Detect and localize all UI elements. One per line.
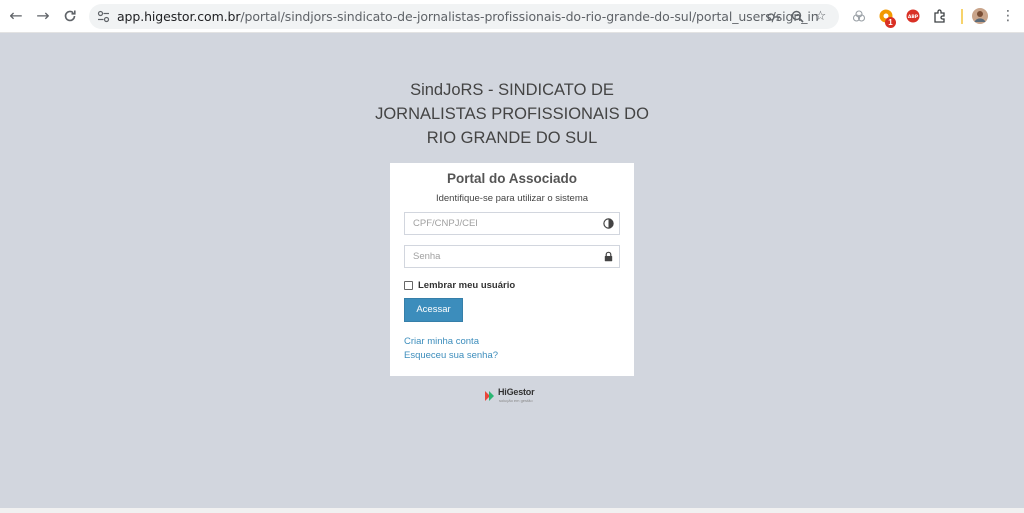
browser-menu-icon[interactable]: ⋮ bbox=[998, 6, 1018, 26]
login-panel: Portal do Associado Identifique-se para … bbox=[390, 163, 634, 376]
reload-icon[interactable] bbox=[60, 6, 80, 26]
cpf-input[interactable] bbox=[405, 213, 595, 234]
extension-badge: 1 bbox=[885, 17, 896, 28]
address-bar[interactable]: app.higestor.com.br/portal/sindjors-sind… bbox=[89, 4, 839, 29]
org-title-line-1: SindJoRS - SINDICATO DE bbox=[410, 81, 614, 99]
password-input[interactable] bbox=[405, 246, 595, 267]
zoom-icon[interactable] bbox=[789, 8, 806, 25]
remember-me[interactable]: Lembrar meu usuário bbox=[404, 279, 515, 291]
org-title-line-2: JORNALISTAS PROFISSIONAIS DO bbox=[375, 105, 649, 123]
forward-arrow-icon[interactable]: → bbox=[33, 6, 53, 26]
lock-icon bbox=[604, 251, 613, 262]
higestor-arrows-icon bbox=[485, 391, 494, 401]
adblock-icon[interactable]: ABP bbox=[905, 8, 921, 24]
extensions-puzzle-icon[interactable] bbox=[932, 8, 948, 24]
remember-checkbox[interactable] bbox=[404, 280, 413, 290]
password-key-icon[interactable] bbox=[765, 8, 782, 25]
cpf-field-wrapper bbox=[404, 212, 620, 235]
back-arrow-icon[interactable]: ← bbox=[6, 6, 26, 26]
profile-avatar[interactable] bbox=[972, 8, 988, 24]
browser-toolbar: ← → app.higestor.com.br/portal/sindjors-… bbox=[0, 0, 1024, 33]
logo-tagline: solução em gestão bbox=[499, 398, 533, 403]
login-subtitle: Identifique-se para utilizar o sistema bbox=[435, 193, 589, 204]
toolbar-separator bbox=[961, 9, 963, 24]
extension-puzzle-outline-icon[interactable] bbox=[851, 8, 867, 24]
bottom-strip bbox=[0, 508, 1024, 513]
adblock-label: ABP bbox=[908, 14, 919, 20]
login-title: Portal do Associado bbox=[446, 171, 578, 186]
organization-title: SindJoRS - SINDICATO DE JORNALISTAS PROF… bbox=[362, 78, 662, 150]
org-title-line-3: RIO GRANDE DO SUL bbox=[426, 129, 598, 147]
contrast-icon bbox=[603, 218, 614, 229]
logo-text: HiGestor bbox=[498, 387, 535, 397]
submit-button[interactable]: Acessar bbox=[404, 298, 463, 322]
forgot-password-link[interactable]: Esqueceu sua senha? bbox=[404, 350, 498, 361]
remember-label: Lembrar meu usuário bbox=[418, 279, 516, 291]
create-account-link[interactable]: Criar minha conta bbox=[404, 336, 479, 347]
higestor-logo: HiGestor solução em gestão bbox=[484, 387, 544, 405]
url-text: app.higestor.com.br/portal/sindjors-sind… bbox=[117, 9, 819, 24]
site-settings-icon[interactable] bbox=[97, 10, 110, 23]
bookmark-star-icon[interactable]: ☆ bbox=[812, 8, 829, 25]
password-field-wrapper bbox=[404, 245, 620, 268]
